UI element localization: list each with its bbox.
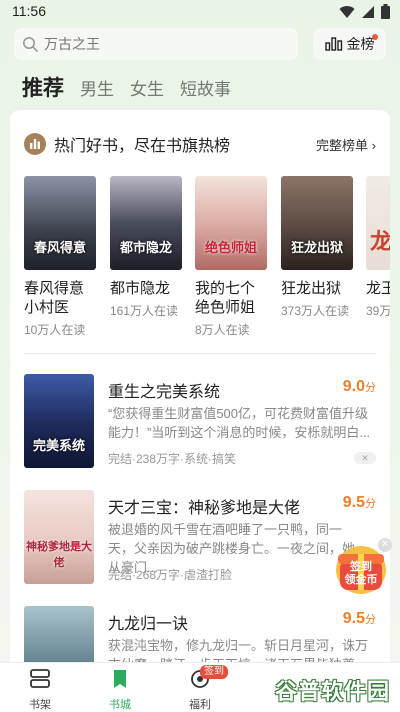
book-meta: 完结·238万字·系统·搞笑: [108, 452, 237, 466]
list-item[interactable]: 九龙归一诀 9.5分 获混沌宝物，修九龙归一。斩日月星河，诛万古仙魔。踏江一步天…: [24, 606, 376, 670]
cover-title: 狂龙出狱: [290, 240, 343, 255]
status-bar: 11:56: [0, 0, 400, 24]
cover-title: 神秘爹地是大佬: [26, 541, 92, 569]
book-score: 9.0分: [343, 378, 376, 396]
battery-icon: [381, 4, 390, 19]
book-card[interactable]: 绝色师姐 我的七个绝色师姐 8万人在读: [195, 176, 267, 338]
cover-title: 绝色师姐: [204, 240, 257, 255]
score-value: 9.5: [342, 494, 365, 511]
bar-chart-icon: [324, 37, 342, 51]
promo-close-button[interactable]: ✕: [378, 538, 392, 552]
tab-female[interactable]: 女生: [130, 75, 164, 100]
book-readers: 161万人在读: [110, 304, 179, 318]
book-score: 9.5分: [343, 610, 376, 628]
book-score: 9.5分: [343, 494, 376, 512]
book-title: 都市隐龙: [110, 280, 171, 297]
watermark: 谷普软件园: [274, 679, 390, 704]
promo-line2: 领金币: [344, 574, 378, 586]
book-cover: 龙: [366, 176, 390, 270]
book-card[interactable]: 都市隐龙 都市隐龙 161万人在读: [110, 176, 182, 319]
sign-in-badge: 签到: [200, 665, 228, 679]
book-cover: 春风得意: [24, 176, 96, 270]
divider: [24, 353, 376, 354]
book-readers: 8万人在读: [195, 323, 250, 337]
book-title: 我的七个绝色师姐: [195, 280, 256, 316]
hot-books-carousel[interactable]: 春风得意 春风得意小村医 10万人在读 都市隐龙 都市隐龙 161万人在读 绝色…: [24, 176, 390, 346]
book-cover: [24, 606, 94, 670]
full-ranking-label: 完整榜单: [316, 138, 369, 153]
list-item[interactable]: 神秘爹地是大佬 天才三宝：神秘爹地是大佬 9.5分 被退婚的风千雪在酒吧睡了一只…: [24, 490, 376, 590]
cover-title: 龙: [370, 229, 390, 254]
score-value: 9.0: [342, 378, 365, 395]
dislike-button[interactable]: ✕: [354, 452, 376, 464]
book-title: 春风得意小村医: [24, 280, 85, 316]
cover-title: 完美系统: [32, 438, 85, 453]
book-cover: 完美系统: [24, 374, 94, 468]
book-cover: 狂龙出狱: [281, 176, 353, 270]
score-value: 9.5: [342, 610, 365, 627]
tab-recommend[interactable]: 推荐: [22, 72, 64, 102]
hot-books-title: 热门好书，尽在书旗热榜: [54, 138, 231, 155]
search-input[interactable]: [44, 36, 284, 52]
ranking-icon: [24, 133, 46, 155]
book-readers: 373万人在读: [281, 304, 350, 318]
cover-title: 春风得意: [33, 240, 86, 255]
book-card[interactable]: 龙 龙王 39万: [366, 176, 390, 319]
category-tabs: 推荐 男生 女生 短故事: [22, 72, 231, 102]
chevron-right-icon: ›: [371, 138, 376, 153]
search-box[interactable]: [14, 28, 298, 60]
book-card[interactable]: 狂龙出狱 狂龙出狱 373万人在读: [281, 176, 353, 319]
bookstore-icon: [114, 670, 126, 688]
bookshelf-icon: [30, 669, 50, 688]
cover-title: 都市隐龙: [119, 240, 172, 255]
gold-rank-label: 金榜: [346, 36, 375, 52]
nav-welfare[interactable]: 签到 福利: [170, 665, 230, 712]
book-title: 重生之完美系统: [108, 384, 221, 401]
book-description: “您获得重生财富值500亿，可花费财富值升级能力！”当听到这个消息的时候，安栎就…: [108, 406, 371, 440]
book-meta: 完结·268万字·虐渣打脸: [108, 568, 233, 582]
nav-label: 书架: [29, 699, 51, 711]
nav-bookshelf[interactable]: 书架: [10, 669, 70, 712]
promo-text: 签到 领金币: [334, 561, 388, 587]
list-item[interactable]: 完美系统 重生之完美系统 9.0分 “您获得重生财富值500亿，可花费财富值升级…: [24, 374, 376, 474]
book-title: 天才三宝：神秘爹地是大佬: [108, 500, 301, 517]
wifi-icon: [339, 5, 355, 18]
gold-rank-button[interactable]: 金榜: [313, 28, 386, 60]
notification-dot: [372, 34, 378, 40]
book-cover: 绝色师姐: [195, 176, 267, 270]
tab-short-story[interactable]: 短故事: [180, 75, 231, 100]
book-cover: 神秘爹地是大佬: [24, 490, 94, 584]
search-icon: [23, 37, 38, 52]
signal-icon: [362, 5, 374, 18]
status-icons: [339, 4, 390, 19]
hot-books-header: 热门好书，尽在书旗热榜 完整榜单 ›: [24, 132, 376, 156]
status-time: 11:56: [12, 3, 46, 19]
score-unit: 分: [365, 614, 376, 626]
book-readers: 39万: [366, 304, 390, 318]
book-card[interactable]: 春风得意 春风得意小村医 10万人在读: [24, 176, 96, 338]
book-readers: 10万人在读: [24, 323, 86, 337]
book-title: 龙王: [366, 280, 390, 297]
full-ranking-link[interactable]: 完整榜单 ›: [316, 135, 376, 154]
book-title: 狂龙出狱: [281, 280, 342, 297]
score-unit: 分: [365, 498, 376, 510]
book-cover: 都市隐龙: [110, 176, 182, 270]
nav-label: 福利: [189, 699, 211, 711]
score-unit: 分: [365, 382, 376, 394]
content-card: 热门好书，尽在书旗热榜 完整榜单 › 春风得意 春风得意小村医 10万人在读 都…: [10, 110, 390, 670]
tab-male[interactable]: 男生: [80, 75, 114, 100]
book-title: 九龙归一诀: [108, 616, 189, 633]
promo-line1: 签到: [350, 561, 372, 573]
nav-label: 书城: [109, 699, 131, 711]
nav-bookstore[interactable]: 书城: [90, 669, 150, 712]
